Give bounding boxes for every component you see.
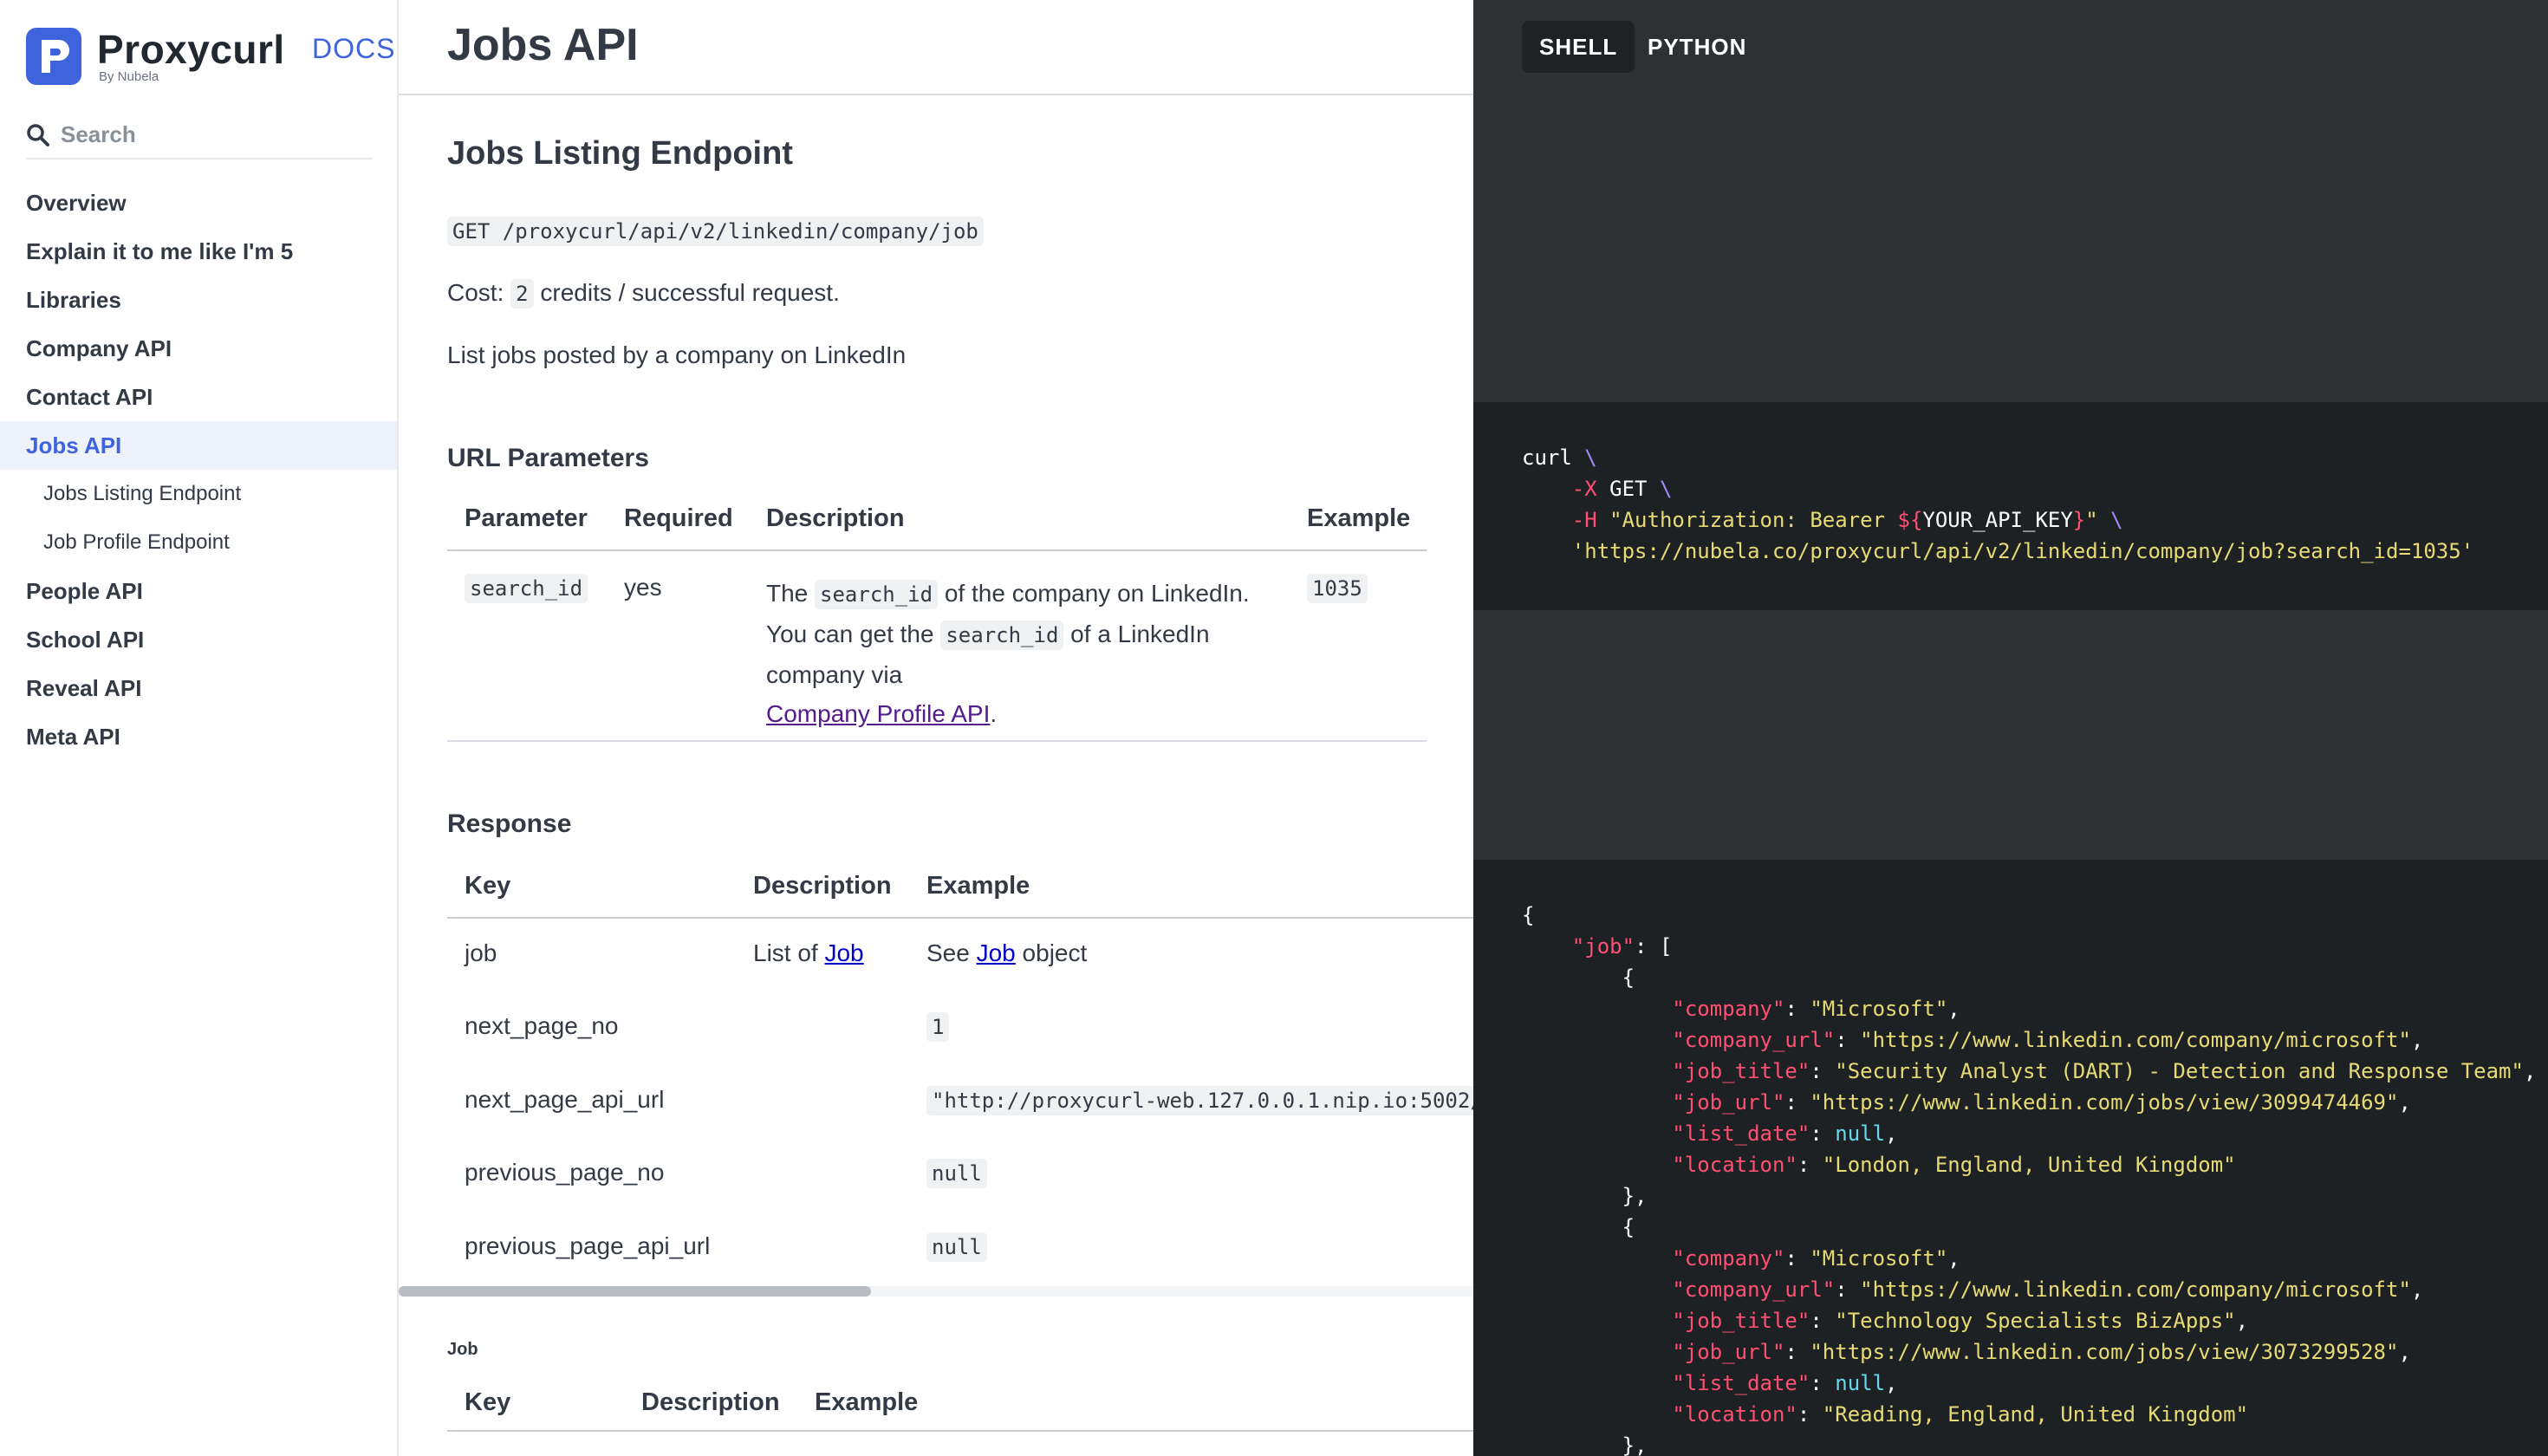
response-key: next_page_no [465,1012,619,1039]
column-header-description: Description [641,1388,780,1416]
sidebar-item-contact-api[interactable]: Contact API [0,373,397,421]
endpoint-line: GET /proxycurl/api/v2/linkedin/company/j… [447,217,984,246]
docs-label: DOCS [312,33,396,64]
horizontal-scrollbar-thumb[interactable] [399,1286,871,1297]
param-example: 1035 [1307,574,1368,603]
cost-suffix: credits / successful request. [533,279,840,306]
response-example: null [926,1159,987,1188]
column-header-parameter: Parameter [465,504,588,532]
job-object-table: Key Description Example [447,1388,1473,1456]
job-object-heading: Job [447,1340,478,1359]
endpoint-summary: List jobs posted by a company on LinkedI… [447,341,907,368]
response-json: { "job": [ { "company": "Microsoft", "co… [1522,903,2537,1456]
brand-byline: By Nubela [99,69,159,84]
table-header-divider [447,549,1427,551]
column-header-required: Required [624,504,733,532]
cost-prefix: Cost: [447,279,511,306]
sidebar-subitem-job-profile-endpoint[interactable]: Job Profile Endpoint [0,518,397,567]
column-header-example: Example [815,1388,919,1416]
param-required: yes [624,574,662,601]
job-object-link[interactable]: Job [977,939,1016,966]
table-bottom-divider [447,740,1427,742]
main-content: Jobs API Jobs Listing Endpoint GET /prox… [399,0,1473,1456]
sidebar-subitem-jobs-listing-endpoint[interactable]: Jobs Listing Endpoint [0,470,397,518]
column-header-description: Description [753,872,892,900]
brand-logo[interactable]: Proxycurl By Nubela DOCS [26,27,394,88]
title-divider [399,94,1473,95]
param-name: search_id [465,574,588,603]
sidebar-item-libraries[interactable]: Libraries [0,276,397,324]
sidebar: Proxycurl By Nubela DOCS Overview Explai… [0,0,399,1456]
tab-shell[interactable]: SHELL [1522,21,1635,73]
proxycurl-logo-icon [26,28,81,85]
code-panel: SHELL PYTHON curl \ -X GET \ -H "Authori… [1473,0,2548,1456]
column-header-key: Key [465,1388,511,1416]
sidebar-item-overview[interactable]: Overview [0,179,397,227]
request-code-block: curl \ -X GET \ -H "Authorization: Beare… [1473,402,2548,610]
sidebar-item-eli5[interactable]: Explain it to me like I'm 5 [0,227,397,276]
response-example: See Job object [926,939,1088,966]
search-box [26,118,373,159]
param-description: The search_id of the company on LinkedIn… [766,580,1250,727]
job-object-link[interactable]: Job [824,939,863,966]
table-header-divider [447,1430,1473,1432]
response-example: 1 [926,1012,950,1042]
response-key: previous_page_no [465,1159,665,1186]
url-parameters-heading: URL Parameters [447,444,649,472]
search-input[interactable] [61,118,368,151]
table-header-divider [447,917,1473,919]
response-table: Key Description Example job List of Job … [447,872,1473,1288]
response-heading: Response [447,809,572,838]
sidebar-item-people-api[interactable]: People API [0,567,397,615]
sidebar-item-meta-api[interactable]: Meta API [0,712,397,761]
cost-value: 2 [510,279,534,309]
brand-name: Proxycurl [97,27,285,72]
column-header-description: Description [766,504,905,532]
response-example: "http://proxycurl-web.127.0.0.1.nip.io:5… [926,1086,1473,1115]
response-example: null [926,1232,987,1262]
sidebar-nav: Overview Explain it to me like I'm 5 Lib… [0,179,397,761]
sidebar-item-jobs-api[interactable]: Jobs API [0,421,397,470]
search-icon [26,123,50,147]
column-header-example: Example [926,872,1030,900]
request-code: curl \ -X GET \ -H "Authorization: Beare… [1522,445,2474,563]
column-header-key: Key [465,872,511,900]
sidebar-item-company-api[interactable]: Company API [0,324,397,373]
cost-line: Cost: 2 credits / successful request. [447,279,840,309]
column-header-example: Example [1307,504,1411,532]
endpoint-code: GET /proxycurl/api/v2/linkedin/company/j… [447,217,984,246]
sidebar-item-reveal-api[interactable]: Reveal API [0,664,397,712]
url-parameters-table: Parameter Required Description Example s… [447,504,1427,747]
response-key: job [465,939,497,966]
section-title: Jobs Listing Endpoint [447,135,793,172]
tab-python[interactable]: PYTHON [1630,21,1764,73]
response-key: previous_page_api_url [465,1232,711,1259]
response-key: next_page_api_url [465,1086,665,1113]
company-profile-api-link[interactable]: Company Profile API [766,700,990,727]
response-description: List of Job [753,939,864,966]
page-title: Jobs API [447,20,639,70]
response-code-block: { "job": [ { "company": "Microsoft", "co… [1473,860,2548,1456]
sidebar-item-school-api[interactable]: School API [0,615,397,664]
